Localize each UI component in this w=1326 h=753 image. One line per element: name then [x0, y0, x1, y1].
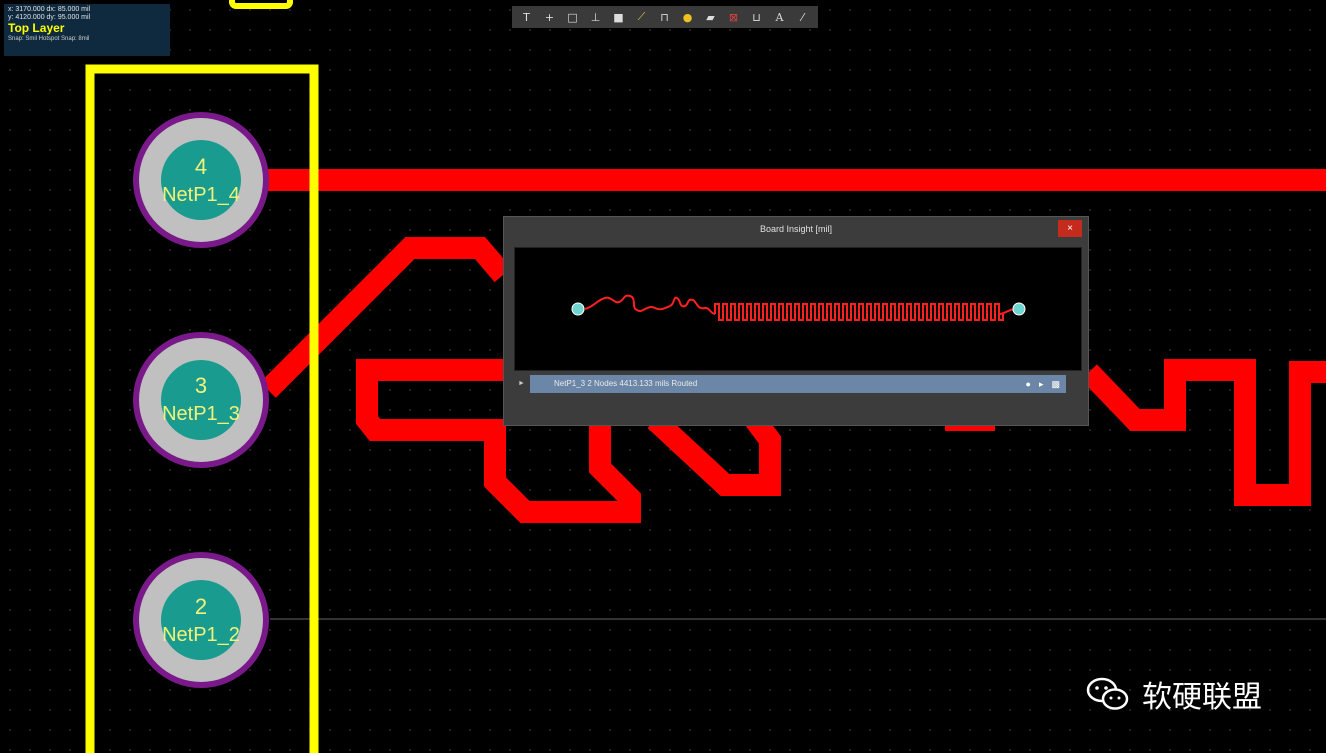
wechat-watermark: 软硬联盟	[1086, 672, 1262, 716]
align-icon[interactable]: ⊥	[585, 8, 606, 26]
pad-net-label: NetP1_2	[162, 624, 240, 646]
keepout-icon[interactable]: ⊠	[723, 8, 744, 26]
net-info-text: NetP1_3 2 Nodes 4413.133 mils Routed	[554, 379, 698, 388]
string-icon[interactable]: A	[769, 8, 790, 26]
hud-snap-info: Snap: Smil Hotspot Snap: 8mil	[8, 36, 90, 42]
select-cursor-icon[interactable]: ▸	[1039, 375, 1044, 393]
hud-layer-name: Top Layer	[8, 21, 65, 35]
wechat-icon	[1086, 677, 1129, 710]
fill-icon[interactable]: ▰	[700, 8, 721, 26]
pad-number: 2	[195, 594, 207, 619]
place-pad-icon[interactable]: ■	[608, 8, 629, 26]
bus-icon[interactable]: ⊓	[654, 8, 675, 26]
watermark-text: 软硬联盟	[1142, 680, 1262, 715]
board-insight-dialog[interactable]: Board Insight [mil] × ► NetP1_3 2 Nodes …	[503, 216, 1089, 426]
active-bar-toolbar: T + □ ⊥ ■ ⟋ ⊓ ● ▰ ⊠ ⊔ A ⁄	[512, 6, 818, 28]
pad-3[interactable]: 3 NetP1_3	[133, 332, 269, 468]
via-icon[interactable]: ●	[677, 8, 698, 26]
dialog-title: Board Insight [mil]	[759, 224, 833, 234]
preview-node-start	[571, 302, 585, 316]
zoom-icon[interactable]: ●	[1026, 375, 1031, 393]
hud-x-readout: x: 3170.000 dx: 85.000 mil	[8, 6, 91, 13]
line-icon[interactable]: ⁄	[792, 8, 813, 26]
route-icon[interactable]: ⟋	[631, 8, 652, 26]
coordinate-hud: x: 3170.000 dx: 85.000 mil y: 4120.000 d…	[4, 4, 170, 56]
dimension-icon[interactable]: ⊔	[746, 8, 767, 26]
net-info-row[interactable]: NetP1_3 2 Nodes 4413.133 mils Routed ● ▸…	[530, 375, 1066, 393]
track-serpentine-right[interactable]	[1081, 359, 1326, 506]
track-serpentine-mid[interactable]	[647, 411, 781, 496]
pad-2[interactable]: 2 NetP1_2	[133, 552, 269, 688]
pad-number: 4	[195, 154, 207, 179]
component-overlay-top	[229, 0, 293, 9]
mask-icon[interactable]: ▩	[1051, 375, 1060, 393]
preview-node-end	[1012, 302, 1026, 316]
pad-number: 3	[195, 373, 207, 398]
pad-4[interactable]: 4 NetP1_4	[133, 112, 269, 248]
expand-arrow-icon[interactable]: ►	[518, 375, 525, 393]
close-button[interactable]: ×	[1058, 220, 1082, 237]
preview-serpentine	[714, 303, 1004, 321]
filter-icon[interactable]: T	[516, 8, 537, 26]
pad-net-label: NetP1_4	[162, 184, 240, 206]
select-rect-icon[interactable]: □	[562, 8, 583, 26]
net-preview	[514, 247, 1082, 371]
add-icon[interactable]: +	[539, 8, 560, 26]
preview-track-start	[584, 294, 716, 315]
pad-net-label: NetP1_3	[162, 403, 240, 425]
